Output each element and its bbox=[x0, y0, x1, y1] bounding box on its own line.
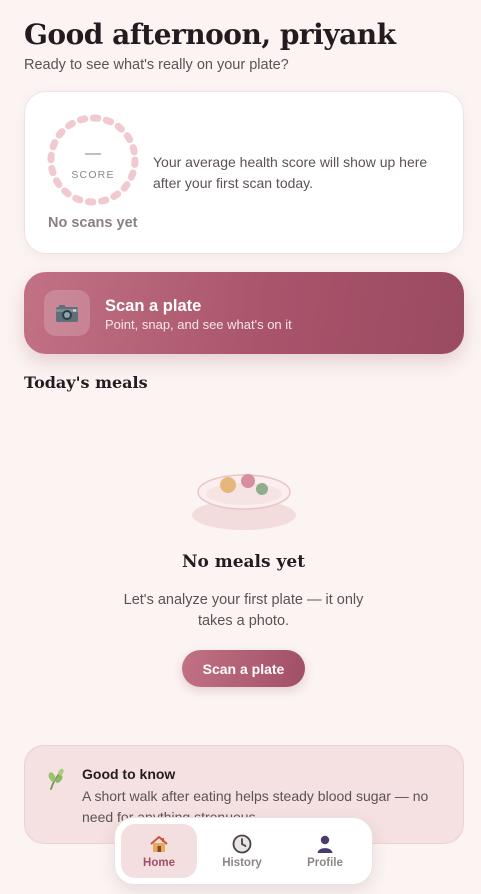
score-ring: — SCORE bbox=[47, 114, 139, 206]
empty-meals-title: No meals yet bbox=[181, 552, 306, 572]
scan-card-title: Scan a plate bbox=[105, 297, 202, 315]
empty-plate-illustration bbox=[190, 470, 298, 532]
clock-icon bbox=[232, 834, 252, 854]
herb-icon bbox=[46, 768, 66, 790]
bottom-tab-bar: Home History Profile bbox=[114, 817, 373, 885]
tab-home[interactable]: Home bbox=[121, 824, 197, 878]
tab-history[interactable]: History bbox=[204, 824, 280, 878]
tab-history-label: History bbox=[222, 857, 262, 869]
scan-plate-button[interactable]: Scan a plate bbox=[182, 650, 305, 687]
health-score-card: — SCORE No scans yet Your average health… bbox=[24, 91, 464, 254]
score-description: Your average health score will show up h… bbox=[153, 154, 428, 191]
greeting-title: Good afternoon, priyank bbox=[24, 18, 396, 51]
score-status: No scans yet bbox=[48, 215, 138, 231]
tab-home-label: Home bbox=[143, 857, 175, 869]
todays-meals-heading: Today's meals bbox=[24, 373, 148, 392]
tab-profile-label: Profile bbox=[307, 857, 343, 869]
person-icon bbox=[315, 834, 335, 854]
greeting-subtitle: Ready to see what's really on your plate… bbox=[24, 57, 289, 73]
camera-icon bbox=[44, 290, 90, 336]
home-icon bbox=[149, 834, 169, 854]
score-value: — bbox=[85, 145, 101, 162]
empty-meals-text: Let's analyze your first plate — it only… bbox=[123, 592, 364, 629]
tip-title: Good to know bbox=[82, 766, 176, 782]
scan-card-subtitle: Point, snap, and see what's on it bbox=[105, 317, 292, 332]
tab-profile[interactable]: Profile bbox=[287, 824, 363, 878]
score-label: SCORE bbox=[71, 169, 115, 181]
scan-plate-card[interactable]: Scan a plate Point, snap, and see what's… bbox=[24, 272, 464, 354]
